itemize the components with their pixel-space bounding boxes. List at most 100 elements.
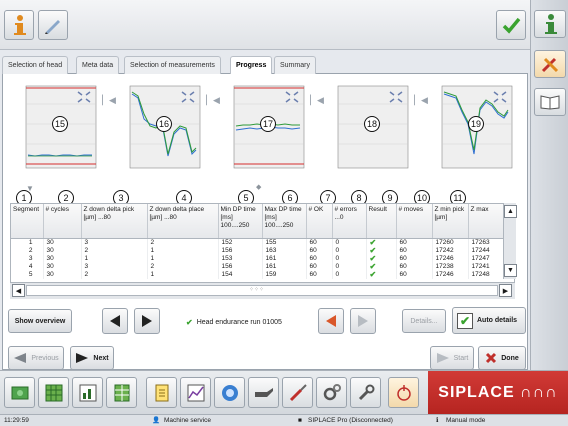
table-cell: 153 xyxy=(218,254,263,263)
done-label: Done xyxy=(501,354,519,362)
vertical-scrollbar[interactable]: ▲ ▼ xyxy=(503,203,517,279)
column-header-z-min-pick[interactable]: Z min pick [µm] xyxy=(432,204,469,239)
head-service-icon[interactable] xyxy=(388,377,419,408)
check-icon: ✔ xyxy=(186,317,193,327)
arrow-left-icon xyxy=(110,315,120,327)
sidebar-book-button[interactable] xyxy=(534,88,566,116)
sidebar-tools-button[interactable] xyxy=(534,50,566,78)
arrow-right-icon xyxy=(76,353,89,363)
table-cell: 0 xyxy=(332,254,367,263)
grid-icon[interactable] xyxy=(38,377,69,408)
spreadsheet-icon[interactable] xyxy=(106,377,137,408)
result-check-icon: ✔ xyxy=(366,270,397,279)
next-run-button[interactable] xyxy=(350,308,376,334)
tab-summary[interactable]: Summary xyxy=(274,56,316,74)
table-row[interactable]: 5 30 2 1 154 159 60 0 ✔ 60 17246 17248 xyxy=(11,270,514,279)
tab-selection-of-measurements[interactable]: Selection of measurements xyxy=(124,56,221,74)
table-row[interactable]: 1 30 3 2 152 155 60 0 ✔ 60 17260 17263 xyxy=(11,238,514,247)
mode-icon: ℹ xyxy=(436,417,439,424)
status-role: Machine service xyxy=(164,417,211,424)
wrench-icon[interactable] xyxy=(350,377,381,408)
money-stack-icon[interactable] xyxy=(4,377,35,408)
tab-selection-of-head[interactable]: Selection of head xyxy=(2,56,69,74)
show-overview-button[interactable]: Show overview xyxy=(8,309,72,333)
scroll-up-icon[interactable]: ▲ xyxy=(504,205,517,218)
table-cell: 3 xyxy=(81,262,148,271)
prev-graph-arrow[interactable]: ▏◀ xyxy=(414,92,428,108)
edit-button[interactable] xyxy=(38,10,68,40)
table-cell: 60 xyxy=(306,270,333,279)
table-cell: 1 xyxy=(81,254,148,263)
arrow-right-icon xyxy=(142,315,152,327)
graph-thumbnail[interactable]: 17 xyxy=(228,84,306,176)
camera-lens-icon[interactable] xyxy=(214,377,245,408)
graph-thumbnail[interactable]: 15 xyxy=(20,84,98,176)
column-header-max-dp-time[interactable]: Max DP time [ms] 100....250 xyxy=(262,204,307,239)
scroll-thumb[interactable]: ⁘⁘⁘ xyxy=(26,285,498,296)
siplace-logo: SIPLACE ∩∩∩ xyxy=(428,371,568,415)
prev-graph-arrow[interactable]: ▏◀ xyxy=(310,92,324,108)
table-cell: 5 xyxy=(11,270,44,279)
column-header-ok[interactable]: # OK xyxy=(306,204,333,239)
table-row[interactable]: 3 30 1 1 153 161 60 0 ✔ 60 17246 17247 xyxy=(11,254,514,263)
results-grid: Segment # cycles Z down delta pick [µm] … xyxy=(11,204,514,279)
pen-icon xyxy=(45,20,60,34)
scroll-left-icon[interactable]: ◀ xyxy=(12,284,25,297)
graph-thumbnail[interactable]: 16 xyxy=(124,84,202,176)
previous-measurement-button[interactable] xyxy=(102,308,128,334)
column-header-z-down-pick[interactable]: Z down delta pick [µm] ...80 xyxy=(81,204,148,239)
table-cell: 30 xyxy=(43,238,82,247)
info-button[interactable] xyxy=(4,10,34,40)
column-header-segment[interactable]: Segment xyxy=(11,204,44,239)
table-cell: 60 xyxy=(396,270,433,279)
sidebar-info-button[interactable] xyxy=(534,10,566,38)
table-cell: 60 xyxy=(306,246,333,255)
done-button[interactable]: Done xyxy=(478,346,526,370)
column-header-result[interactable]: Result xyxy=(366,204,397,239)
oil-can-icon[interactable] xyxy=(248,377,279,408)
prev-graph-arrow[interactable]: ▏◀ xyxy=(102,92,116,108)
confirm-button[interactable] xyxy=(496,10,526,40)
screwdriver-icon[interactable] xyxy=(282,377,313,408)
tab-meta-data[interactable]: Meta data xyxy=(76,56,120,74)
scroll-right-icon[interactable]: ▶ xyxy=(499,284,512,297)
column-header-min-dp-time[interactable]: Min DP time [ms] 100....250 xyxy=(218,204,263,239)
horizontal-scrollbar[interactable]: ◀ ⁘⁘⁘ ▶ xyxy=(10,282,515,299)
bar-chart-icon[interactable] xyxy=(72,377,103,408)
graph-thumbnail[interactable]: 18 xyxy=(332,84,410,176)
callout-19: 19 xyxy=(468,116,484,132)
table-cell: 159 xyxy=(262,270,307,279)
column-header-errors[interactable]: # errors ...0 xyxy=(332,204,367,239)
table-cell: 0 xyxy=(332,262,367,271)
auto-details-checkbox[interactable]: ✔ xyxy=(457,312,473,329)
column-header-moves[interactable]: # moves xyxy=(396,204,433,239)
prev-graph-arrow[interactable]: ▏◀ xyxy=(206,92,220,108)
column-header-z-down-place[interactable]: Z down delta place [µm] ...80 xyxy=(147,204,219,239)
auto-details-toggle[interactable]: ✔ Auto details xyxy=(452,307,526,334)
previous-run-button[interactable] xyxy=(318,308,344,334)
callout-16: 16 xyxy=(156,116,172,132)
arrow-left-icon xyxy=(14,353,27,363)
graph-thumbnail[interactable]: 19 xyxy=(436,84,514,176)
tab-progress[interactable]: Progress xyxy=(230,56,273,75)
status-connection: SIPLACE Pro (Disconnected) xyxy=(308,417,393,424)
column-header-cycles[interactable]: # cycles xyxy=(43,204,82,239)
gears-icon[interactable] xyxy=(316,377,347,408)
document-icon[interactable] xyxy=(146,377,177,408)
tools-icon xyxy=(541,57,559,73)
scroll-down-icon[interactable]: ▼ xyxy=(504,264,517,277)
table-row[interactable]: 4 30 3 2 156 161 60 0 ✔ 60 17238 17241 xyxy=(11,262,514,271)
status-message-text: Head endurance run 01005 xyxy=(196,318,282,326)
next-measurement-button[interactable] xyxy=(134,308,160,334)
book-icon xyxy=(540,95,560,110)
next-button[interactable]: Next xyxy=(70,346,114,370)
table-cell: 60 xyxy=(306,254,333,263)
splitter-grip-icon[interactable]: ◆ xyxy=(256,183,272,195)
table-cell: 17242 xyxy=(432,246,469,255)
start-button[interactable]: Start xyxy=(430,346,474,370)
table-row[interactable]: 2 30 2 1 156 163 60 0 ✔ 60 17242 17244 xyxy=(11,246,514,255)
table-cell: 0 xyxy=(332,238,367,247)
line-chart-icon[interactable] xyxy=(180,377,211,408)
details-button[interactable]: Details... xyxy=(402,309,446,333)
previous-button[interactable]: Previous xyxy=(8,346,64,370)
